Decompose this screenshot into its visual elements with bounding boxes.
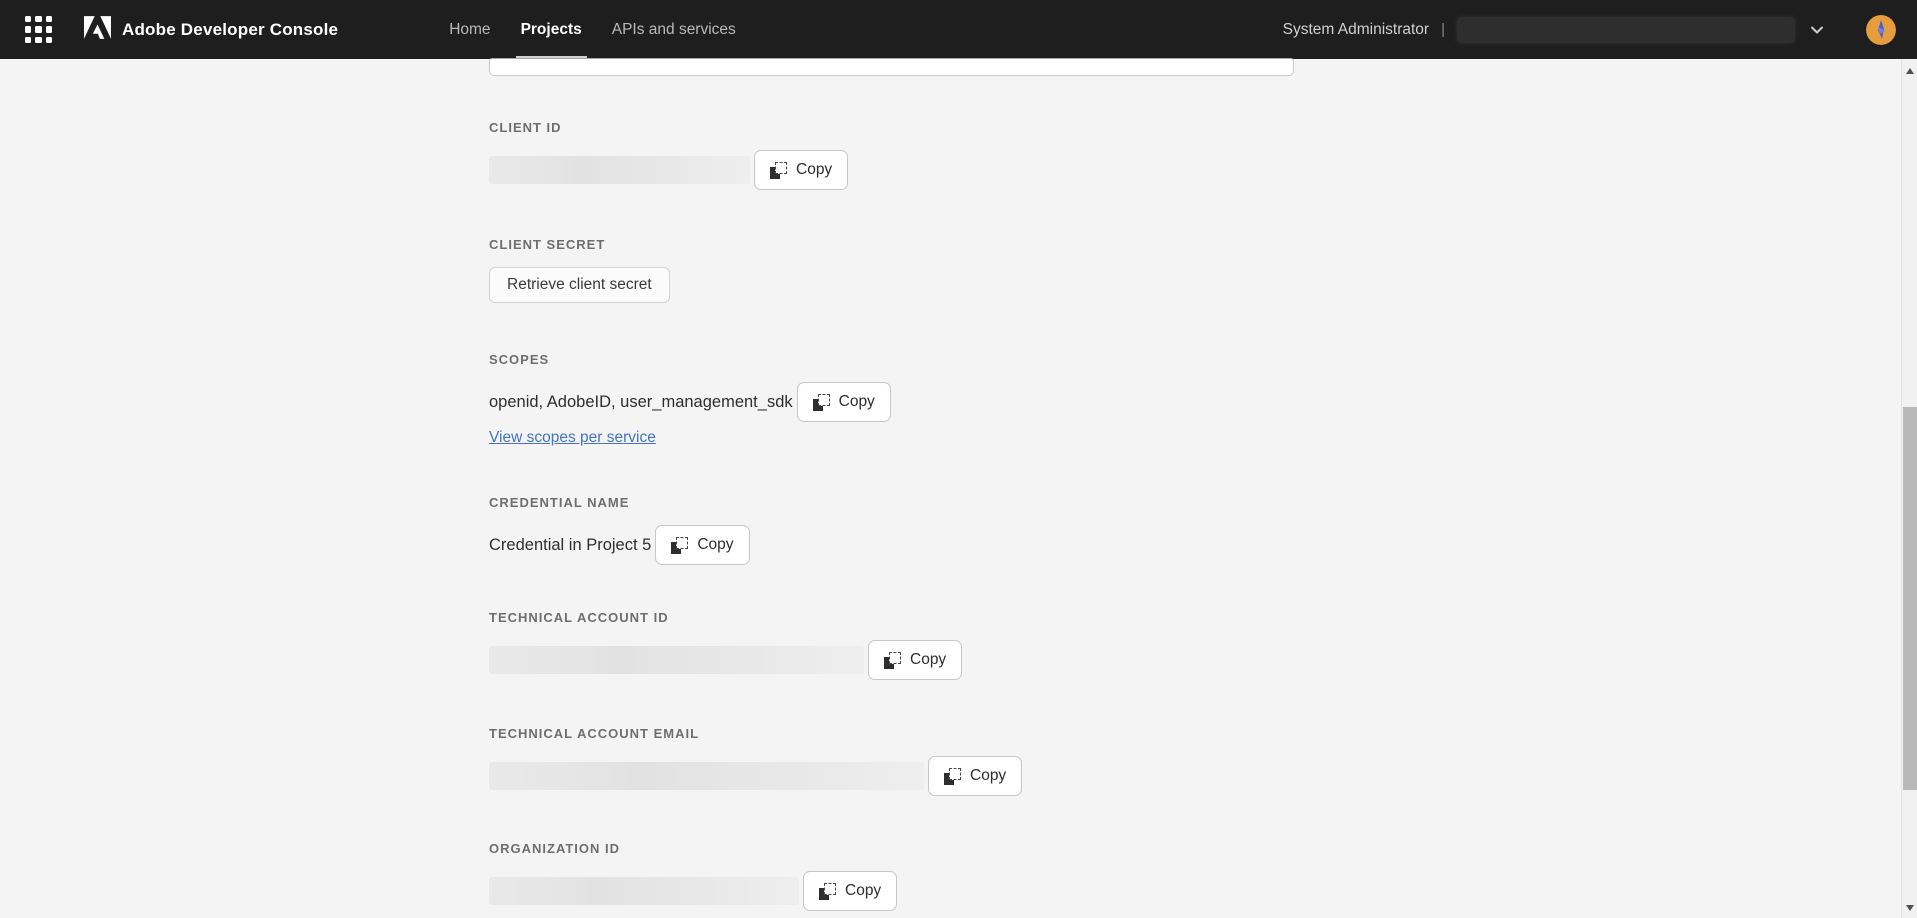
technical-account-id-redacted-value bbox=[489, 646, 864, 674]
field-label-organization-id: ORGANIZATION ID bbox=[489, 841, 621, 856]
copy-organization-id-button[interactable]: Copy bbox=[803, 871, 898, 911]
scrolled-input-remnant[interactable] bbox=[489, 58, 1294, 76]
section-scopes: SCOPES openid, AdobeID, user_management_… bbox=[489, 352, 891, 447]
view-scopes-per-service-link[interactable]: View scopes per service bbox=[489, 429, 656, 447]
top-navbar: Adobe Developer Console Home Projects AP… bbox=[0, 0, 1917, 59]
vertical-scrollbar[interactable] bbox=[1901, 59, 1917, 918]
app-launcher-grid-icon[interactable] bbox=[25, 16, 52, 43]
copy-technical-account-id-button[interactable]: Copy bbox=[868, 640, 963, 680]
section-client-secret: CLIENT SECRET Retrieve client secret bbox=[489, 237, 670, 303]
copy-button-label: Copy bbox=[697, 536, 734, 553]
retrieve-client-secret-button[interactable]: Retrieve client secret bbox=[489, 267, 670, 303]
copy-icon bbox=[671, 536, 689, 554]
nav-item-home[interactable]: Home bbox=[434, 0, 505, 59]
copy-icon bbox=[884, 651, 901, 669]
client-id-redacted-value bbox=[489, 156, 750, 184]
copy-credential-name-button[interactable]: Copy bbox=[655, 525, 750, 565]
copy-icon bbox=[819, 882, 836, 900]
field-label-technical-account-id: TECHNICAL ACCOUNT ID bbox=[489, 610, 669, 625]
field-label-scopes: SCOPES bbox=[489, 352, 550, 367]
field-label-client-secret: CLIENT SECRET bbox=[489, 237, 606, 252]
scrollbar-thumb[interactable] bbox=[1903, 407, 1917, 790]
copy-technical-account-email-button[interactable]: Copy bbox=[928, 756, 1023, 796]
primary-nav: Home Projects APIs and services bbox=[434, 0, 751, 59]
avatar[interactable] bbox=[1866, 14, 1896, 45]
user-area: System Administrator | bbox=[1282, 14, 1896, 45]
org-switcher-redacted-value[interactable] bbox=[1457, 16, 1795, 43]
brand-home-link[interactable]: Adobe Developer Console bbox=[84, 15, 339, 44]
section-technical-account-id: TECHNICAL ACCOUNT ID Copy bbox=[489, 610, 963, 680]
copy-scopes-button[interactable]: Copy bbox=[796, 382, 891, 422]
adobe-logo-icon bbox=[84, 15, 111, 44]
nav-item-apis-services[interactable]: APIs and services bbox=[597, 0, 751, 59]
scroll-down-icon[interactable] bbox=[1906, 905, 1914, 911]
copy-button-label: Copy bbox=[845, 882, 882, 899]
field-label-client-id: CLIENT ID bbox=[489, 120, 562, 135]
copy-button-label: Copy bbox=[910, 651, 947, 668]
scroll-up-icon[interactable] bbox=[1906, 68, 1914, 74]
copy-client-id-button[interactable]: Copy bbox=[754, 150, 849, 190]
scopes-value: openid, AdobeID, user_management_sdk bbox=[489, 392, 793, 411]
copy-icon bbox=[944, 767, 961, 785]
copy-icon bbox=[770, 161, 787, 179]
app-title: Adobe Developer Console bbox=[122, 19, 339, 39]
copy-icon bbox=[812, 393, 830, 411]
user-role-label: System Administrator bbox=[1282, 20, 1430, 38]
section-credential-name: CREDENTIAL NAME Credential in Project 5 … bbox=[489, 495, 750, 565]
copy-button-label: Copy bbox=[796, 161, 833, 178]
nav-item-projects[interactable]: Projects bbox=[506, 0, 597, 59]
field-label-technical-account-email: TECHNICAL ACCOUNT EMAIL bbox=[489, 726, 700, 741]
copy-button-label: Copy bbox=[838, 393, 875, 410]
credential-name-value: Credential in Project 5 bbox=[489, 535, 652, 554]
organization-id-redacted-value bbox=[489, 877, 799, 905]
technical-account-email-redacted-value bbox=[489, 762, 924, 790]
separator: | bbox=[1441, 21, 1445, 38]
field-label-credential-name: CREDENTIAL NAME bbox=[489, 495, 630, 510]
section-client-id: CLIENT ID Copy bbox=[489, 120, 849, 190]
section-technical-account-email: TECHNICAL ACCOUNT EMAIL Copy bbox=[489, 726, 1023, 796]
chevron-down-icon[interactable] bbox=[1808, 21, 1826, 39]
copy-button-label: Copy bbox=[970, 767, 1007, 784]
section-organization-id: ORGANIZATION ID Copy bbox=[489, 841, 898, 911]
